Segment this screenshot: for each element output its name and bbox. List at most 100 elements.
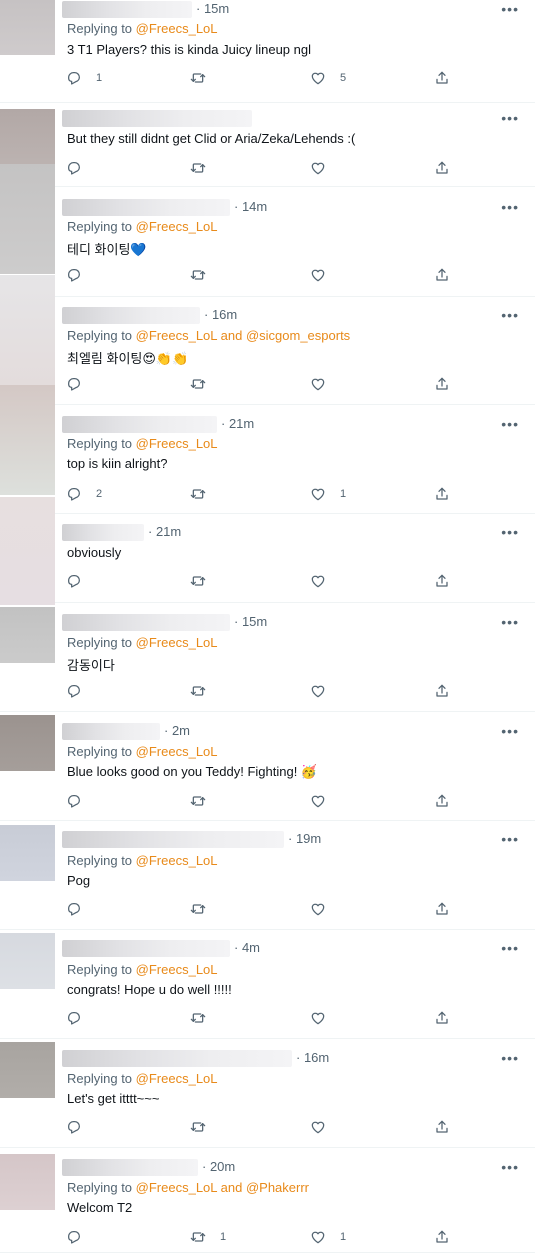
like-button[interactable] [310,682,340,700]
avatar[interactable] [0,275,55,385]
tweet-timestamp[interactable]: · 15m [196,1,229,16]
retweet-button[interactable] [190,572,220,590]
author-name-redacted[interactable] [62,831,284,849]
avatar[interactable] [0,715,55,771]
more-icon[interactable]: ••• [501,416,519,432]
more-icon[interactable]: ••• [501,1050,519,1066]
tweet[interactable]: · 21m ••• Replying to @Freecs_LoL top is ki… [0,385,535,514]
more-icon[interactable]: ••• [501,723,519,739]
avatar[interactable] [0,497,55,605]
reply-button[interactable]: 2 [66,485,102,503]
share-button[interactable] [434,266,450,284]
author-name-redacted[interactable] [62,524,144,542]
more-icon[interactable]: ••• [501,110,519,126]
avatar[interactable] [0,109,55,167]
author-name-redacted[interactable] [62,307,200,325]
tweet-timestamp[interactable]: · 4m [234,940,260,955]
avatar[interactable] [0,825,55,881]
reply-button[interactable] [66,682,96,700]
like-button[interactable] [310,1009,340,1027]
retweet-button[interactable] [190,900,220,918]
tweet[interactable]: · 14m ••• Replying to @Freecs_LoL 테디 화이팅💙 [0,164,535,297]
more-icon[interactable]: ••• [501,1159,519,1175]
retweet-button[interactable] [190,159,220,177]
author-name-redacted[interactable] [62,723,160,741]
reply-button[interactable] [66,159,96,177]
share-button[interactable] [434,69,450,87]
replying-to-mention[interactable]: @Freecs_LoL [136,635,218,650]
like-button[interactable] [310,1118,340,1136]
tweet[interactable]: · 19m ••• Replying to @Freecs_LoL Pog [0,821,535,930]
author-name-redacted[interactable] [62,199,230,217]
author-name-redacted[interactable] [62,416,217,434]
share-button[interactable] [434,1009,450,1027]
share-button[interactable] [434,572,450,590]
tweet-timestamp[interactable]: · 2m [164,723,190,738]
tweet[interactable]: · 2m ••• Replying to @Freecs_LoL Blue looks… [0,712,535,821]
like-button[interactable] [310,375,340,393]
avatar[interactable] [0,1042,55,1098]
share-button[interactable] [434,159,450,177]
share-button[interactable] [434,682,450,700]
retweet-button[interactable] [190,266,220,284]
more-icon[interactable]: ••• [501,307,519,323]
replying-to-mention[interactable]: @Freecs_LoL and @Phakerrr [136,1180,309,1195]
more-icon[interactable]: ••• [501,1,519,17]
more-icon[interactable]: ••• [501,614,519,630]
retweet-button[interactable] [190,69,220,87]
share-button[interactable] [434,792,450,810]
replying-to-mention[interactable]: @Freecs_LoL [136,21,218,36]
like-button[interactable]: 1 [310,1228,346,1246]
tweet[interactable]: · 4m ••• Replying to @Freecs_LoL congrats! … [0,930,535,1039]
replying-to-mention[interactable]: @Freecs_LoL [136,219,218,234]
tweet[interactable]: · 20m ••• Replying to @Freecs_LoL and @Pha… [0,1148,535,1253]
like-button[interactable] [310,900,340,918]
share-button[interactable] [434,1118,450,1136]
author-name-redacted[interactable] [62,614,230,632]
like-button[interactable]: 5 [310,69,346,87]
reply-button[interactable]: 1 [66,69,102,87]
tweet-timestamp[interactable]: · 21m [221,416,254,431]
replying-to-mention[interactable]: @Freecs_LoL [136,744,218,759]
reply-button[interactable] [66,266,96,284]
tweet[interactable]: · 16m ••• Replying to @Freecs_LoL Let's get… [0,1039,535,1148]
retweet-button[interactable] [190,682,220,700]
author-name-redacted[interactable] [62,1,192,19]
tweet[interactable]: ••• But they still didnt get Clid or Aria… [0,103,535,187]
tweet[interactable]: · 21m ••• obviously [0,497,535,605]
tweet-timestamp[interactable]: · 15m [234,614,267,629]
share-button[interactable] [434,375,450,393]
retweet-button[interactable] [190,485,220,503]
share-button[interactable] [434,900,450,918]
author-name-redacted[interactable] [62,110,252,128]
more-icon[interactable]: ••• [501,524,519,540]
tweet[interactable]: · 15m ••• Replying to @Freecs_LoL 3 T1 Play… [0,0,535,103]
replying-to-mention[interactable]: @Freecs_LoL [136,853,218,868]
replying-to-mention[interactable]: @Freecs_LoL [136,1071,218,1086]
like-button[interactable] [310,159,340,177]
tweet-timestamp[interactable]: · 20m [202,1159,235,1174]
more-icon[interactable]: ••• [501,199,519,215]
tweet-timestamp[interactable]: · 16m [204,307,237,322]
avatar[interactable] [0,164,55,274]
avatar[interactable] [0,607,55,663]
retweet-button[interactable]: 1 [190,1228,226,1246]
tweet-timestamp[interactable]: · 21m [148,524,181,539]
reply-button[interactable] [66,792,96,810]
retweet-button[interactable] [190,375,220,393]
more-icon[interactable]: ••• [501,831,519,847]
avatar[interactable] [0,385,55,495]
like-button[interactable] [310,572,340,590]
retweet-button[interactable] [190,1009,220,1027]
avatar[interactable] [0,0,55,55]
reply-button[interactable] [66,1228,96,1246]
replying-to-mention[interactable]: @Freecs_LoL [136,962,218,977]
replying-to-mention[interactable]: @Freecs_LoL and @sicgom_esports [136,328,351,343]
tweet[interactable]: · 15m ••• Replying to @Freecs_LoL 감동이다 [0,603,535,712]
avatar[interactable] [0,933,55,989]
reply-button[interactable] [66,1009,96,1027]
avatar[interactable] [0,1154,55,1210]
tweet-timestamp[interactable]: · 16m [296,1050,329,1065]
like-button[interactable] [310,266,340,284]
more-icon[interactable]: ••• [501,940,519,956]
